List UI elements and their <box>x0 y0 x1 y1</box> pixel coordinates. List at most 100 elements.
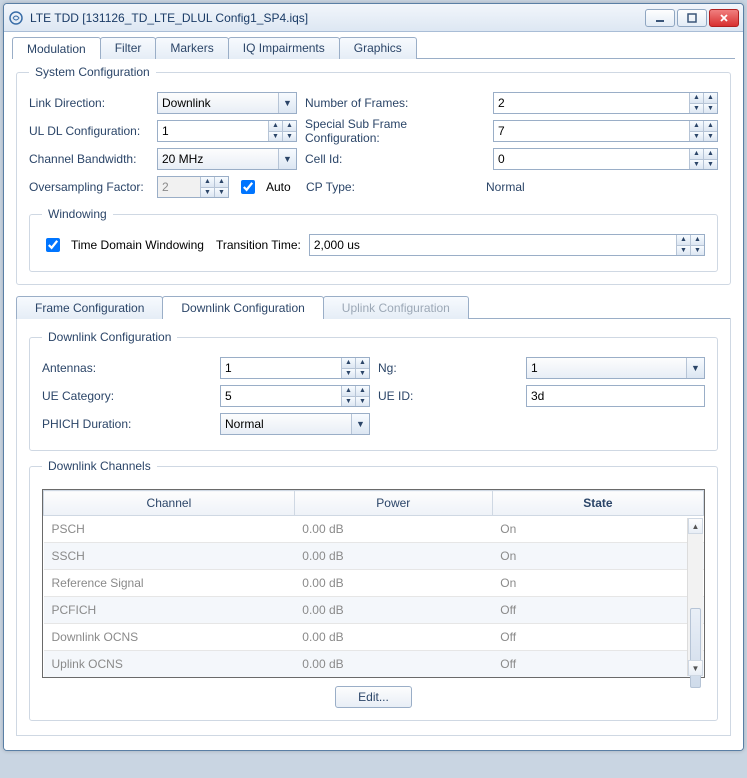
channels-table[interactable]: Channel Power State PSCH0.00 dBOnSSCH0.0… <box>43 490 704 677</box>
cell-state: Off <box>492 624 703 651</box>
cell-power: 0.00 dB <box>294 543 492 570</box>
table-row[interactable]: Downlink OCNS0.00 dBOff <box>44 624 704 651</box>
scroll-up-icon[interactable]: ▲ <box>688 518 703 534</box>
tab-filter[interactable]: Filter <box>100 37 157 59</box>
downlink-channels-legend: Downlink Channels <box>42 459 157 473</box>
table-row[interactable]: Uplink OCNS0.00 dBOff <box>44 651 704 678</box>
minimize-button[interactable] <box>645 9 675 27</box>
col-power[interactable]: Power <box>294 491 492 516</box>
ueid-input[interactable]: 3d <box>526 385 705 407</box>
main-tab-bar: Modulation Filter Markers IQ Impairments… <box>12 36 735 59</box>
phich-combo[interactable]: Normal ▼ <box>220 413 370 435</box>
uecat-value: 5 <box>225 389 232 403</box>
table-row[interactable]: Reference Signal0.00 dBOn <box>44 570 704 597</box>
link-direction-label: Link Direction: <box>29 96 149 110</box>
cell-state: Off <box>492 597 703 624</box>
tab-modulation[interactable]: Modulation <box>12 37 101 59</box>
ng-value: 1 <box>531 361 538 375</box>
antennas-spin[interactable]: 1 ▲▼▲▼ <box>220 357 370 379</box>
cell-channel: PSCH <box>44 516 295 543</box>
tdw-checkbox[interactable] <box>46 238 60 252</box>
cell-state: Off <box>492 651 703 678</box>
system-configuration-group: System Configuration Link Direction: Dow… <box>16 65 731 285</box>
phich-value: Normal <box>225 417 264 431</box>
windowing-legend: Windowing <box>42 207 113 221</box>
tt-spin[interactable]: 2,000 us ▲▼▲▼ <box>309 234 705 256</box>
window-title: LTE TDD [131126_TD_LTE_DLUL Config1_SP4.… <box>30 11 645 25</box>
oversampling-spin: 2 ▲▼▲▼ <box>157 176 229 198</box>
cell-power: 0.00 dB <box>294 570 492 597</box>
app-window: LTE TDD [131126_TD_LTE_DLUL Config1_SP4.… <box>3 3 744 751</box>
tt-value: 2,000 us <box>314 238 360 252</box>
number-of-frames-value: 2 <box>498 96 505 110</box>
col-channel[interactable]: Channel <box>44 491 295 516</box>
cptype-value: Normal <box>486 180 525 194</box>
tdw-label: Time Domain Windowing <box>71 238 204 252</box>
cell-power: 0.00 dB <box>294 597 492 624</box>
tab-frame-configuration[interactable]: Frame Configuration <box>16 296 163 319</box>
scroll-thumb[interactable] <box>690 608 701 688</box>
cell-state: On <box>492 516 703 543</box>
uldl-label: UL DL Configuration: <box>29 124 149 138</box>
table-row[interactable]: SSCH0.00 dBOn <box>44 543 704 570</box>
antennas-value: 1 <box>225 361 232 375</box>
uldl-value: 1 <box>162 124 169 138</box>
tab-iq-impairments[interactable]: IQ Impairments <box>228 37 340 59</box>
tab-downlink-configuration[interactable]: Downlink Configuration <box>162 296 323 319</box>
cell-channel: SSCH <box>44 543 295 570</box>
cell-channel: PCFICH <box>44 597 295 624</box>
tab-uplink-configuration[interactable]: Uplink Configuration <box>323 296 469 319</box>
cell-state: On <box>492 543 703 570</box>
maximize-button[interactable] <box>677 9 707 27</box>
table-row[interactable]: PSCH0.00 dBOn <box>44 516 704 543</box>
cellid-label: Cell Id: <box>305 152 485 166</box>
table-scrollbar[interactable]: ▲ ▼ <box>687 518 703 676</box>
cellid-spin[interactable]: 0 ▲▼▲▼ <box>493 148 718 170</box>
cell-channel: Uplink OCNS <box>44 651 295 678</box>
cell-channel: Reference Signal <box>44 570 295 597</box>
cptype-label: CP Type: <box>306 180 478 194</box>
sub-tab-bar: Frame Configuration Downlink Configurati… <box>16 295 731 319</box>
cell-power: 0.00 dB <box>294 624 492 651</box>
col-state[interactable]: State <box>492 491 703 516</box>
tab-markers[interactable]: Markers <box>155 37 228 59</box>
uecat-spin[interactable]: 5 ▲▼▲▼ <box>220 385 370 407</box>
cbw-combo[interactable]: 20 MHz ▼ <box>157 148 297 170</box>
uldl-spin[interactable]: 1 ▲▼▲▼ <box>157 120 297 142</box>
ssf-label: Special Sub Frame Configuration: <box>305 117 485 145</box>
scroll-down-icon[interactable]: ▼ <box>688 660 703 676</box>
chevron-down-icon: ▼ <box>351 414 369 434</box>
antennas-label: Antennas: <box>42 361 212 375</box>
cell-channel: Downlink OCNS <box>44 624 295 651</box>
ssf-value: 7 <box>498 124 505 138</box>
tab-graphics[interactable]: Graphics <box>339 37 417 59</box>
ssf-spin[interactable]: 7 ▲▼▲▼ <box>493 120 718 142</box>
number-of-frames-label: Number of Frames: <box>305 96 485 110</box>
downlink-channels-group: Downlink Channels Channel Power State PS… <box>29 459 718 721</box>
auto-checkbox[interactable] <box>241 180 255 194</box>
tt-label: Transition Time: <box>216 238 301 252</box>
cell-power: 0.00 dB <box>294 651 492 678</box>
number-of-frames-spin[interactable]: 2 ▲▼▲▼ <box>493 92 718 114</box>
phich-label: PHICH Duration: <box>42 417 212 431</box>
ueid-label: UE ID: <box>378 389 518 403</box>
cell-power: 0.00 dB <box>294 516 492 543</box>
oversampling-value: 2 <box>162 180 169 194</box>
channels-table-wrap: Channel Power State PSCH0.00 dBOnSSCH0.0… <box>42 489 705 678</box>
ng-combo[interactable]: 1 ▼ <box>526 357 705 379</box>
windowing-group: Windowing Time Domain Windowing Transiti… <box>29 207 718 272</box>
chevron-down-icon: ▼ <box>278 93 296 113</box>
app-icon <box>8 10 24 26</box>
table-row[interactable]: PCFICH0.00 dBOff <box>44 597 704 624</box>
close-button[interactable] <box>709 9 739 27</box>
auto-label: Auto <box>266 180 298 194</box>
link-direction-value: Downlink <box>162 96 211 110</box>
ng-label: Ng: <box>378 361 518 375</box>
link-direction-combo[interactable]: Downlink ▼ <box>157 92 297 114</box>
title-bar[interactable]: LTE TDD [131126_TD_LTE_DLUL Config1_SP4.… <box>4 4 743 32</box>
edit-button[interactable]: Edit... <box>335 686 412 708</box>
system-configuration-legend: System Configuration <box>29 65 156 79</box>
oversampling-label: Oversampling Factor: <box>29 180 149 194</box>
cellid-value: 0 <box>498 152 505 166</box>
cbw-label: Channel Bandwidth: <box>29 152 149 166</box>
